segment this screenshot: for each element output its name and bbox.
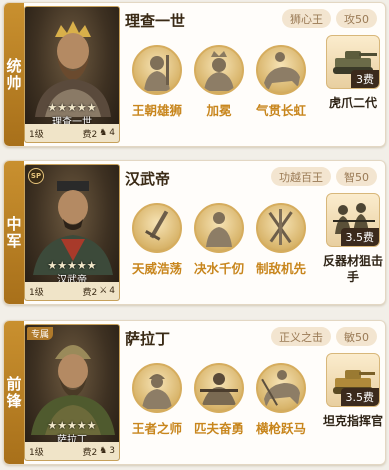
horse-icon: ♞ [99,446,108,456]
general-portrait[interactable]: SP ★★★★★ 汉武帝 1级 费2 ⚔ 4 [24,164,120,301]
skill-slot[interactable]: 天威浩荡 [124,203,190,277]
troop-count: 4 [109,286,115,296]
skill-slot[interactable]: 匹夫奋勇 [186,363,252,437]
portrait-info-bar: 1级 费2 ♞ 3 [25,442,119,460]
skill-slot[interactable]: 王者之师 [124,363,190,437]
cost-text: 费2 [82,129,98,140]
skill-row: 王者之师 匹夫奋勇 横枪跃马 3.5费 坦克指挥官 [120,353,385,463]
tank-icon: 3费 [326,35,380,89]
skill-row: 天威浩荡 决水千仞 制敌机先 3.5费 反器材狙击手 [120,193,385,303]
role-tag: 前锋 [4,321,24,464]
skill-slot[interactable]: 制敌机先 [248,203,314,277]
skill-row: 王朝雄狮 加冕 气贯长虹 3费 虎爪二代 [120,35,385,145]
trait-badge: 正义之击 [271,327,331,346]
level-text: 1级 [29,129,44,140]
cost-text: 费2 [82,447,98,458]
general-portrait[interactable]: 专属 ★★★★★ 萨拉丁 1级 费2 ♞ 3 [24,324,120,461]
tank-commander-icon: 3.5费 [326,353,380,407]
cavalry-charge-icon [256,363,306,413]
kneeling-soldier-icon [194,203,244,253]
skill-slot[interactable]: 王朝雄狮 [124,45,190,119]
general-name: 理查一世 [125,12,186,30]
level-text: 1级 [29,287,44,298]
portrait-info-bar: 1级 费2 ⚔ 4 [25,282,119,300]
lion-warrior-icon [132,45,182,95]
sword-icon [132,203,182,253]
unit-cost: 3.5费 [340,388,379,406]
skill-slot[interactable]: 加冕 [186,45,252,119]
general-name: 萨拉丁 [125,330,171,348]
stat-badge: 智50 [336,167,377,186]
commander-icon [132,363,182,413]
unit-cost: 3.5费 [340,228,379,246]
horse-rider-icon [256,45,306,95]
sniper-squad-icon: 3.5费 [326,193,380,247]
general-name: 汉武帝 [125,170,171,188]
exclusive-tag: 专属 [27,327,54,340]
skill-slot[interactable]: 气贯长虹 [248,45,314,119]
level-text: 1级 [29,447,44,458]
crowned-king-icon [194,45,244,95]
unit-name: 虎爪二代 [328,96,377,110]
trait-badge: 狮心王 [282,9,331,28]
crossed-swords-icon [256,203,306,253]
skill-slot[interactable]: 决水千仞 [186,203,252,277]
stat-badge: 敏50 [336,327,377,346]
stat-badge: 攻50 [336,9,377,28]
brave-warrior-icon [194,363,244,413]
sp-badge: SP [28,168,44,184]
troop-count: 3 [109,446,115,456]
troop-count: 4 [109,128,115,138]
cost-text: 费2 [82,287,98,298]
unit-name: 反器材狙击手 [322,254,383,284]
unit-name: 坦克指挥官 [322,414,383,428]
unit-slot[interactable]: 3.5费 坦克指挥官 [318,353,385,429]
general-card-richard[interactable]: 统帅 ★★★★★ 理查一世 1级 费2 ♞ 4 理查一世 狮心王 攻50 王朝雄… [3,2,386,147]
general-card-saladin[interactable]: 前锋 专属 ★★★★★ 萨拉丁 1级 费2 ♞ 3 萨拉丁 正义之击 敏50 王 [3,320,386,465]
unit-slot[interactable]: 3.5费 反器材狙击手 [318,193,385,285]
role-tag: 统帅 [4,3,24,146]
unit-cost: 3费 [351,70,379,88]
skill-slot[interactable]: 横枪跃马 [248,363,314,437]
portrait-info-bar: 1级 费2 ♞ 4 [25,124,119,142]
trait-badge: 功越百王 [271,167,331,186]
role-tag: 中军 [4,161,24,304]
general-card-han-wudi[interactable]: 中军 SP ★★★★★ 汉武帝 1级 费2 ⚔ 4 汉武帝 功越百王 智50 天 [3,160,386,305]
troop-type-icon: ⚔ [99,286,108,296]
horse-icon: ♞ [99,128,108,138]
unit-slot[interactable]: 3费 虎爪二代 [318,35,385,111]
general-portrait[interactable]: ★★★★★ 理查一世 1级 费2 ♞ 4 [24,6,120,143]
